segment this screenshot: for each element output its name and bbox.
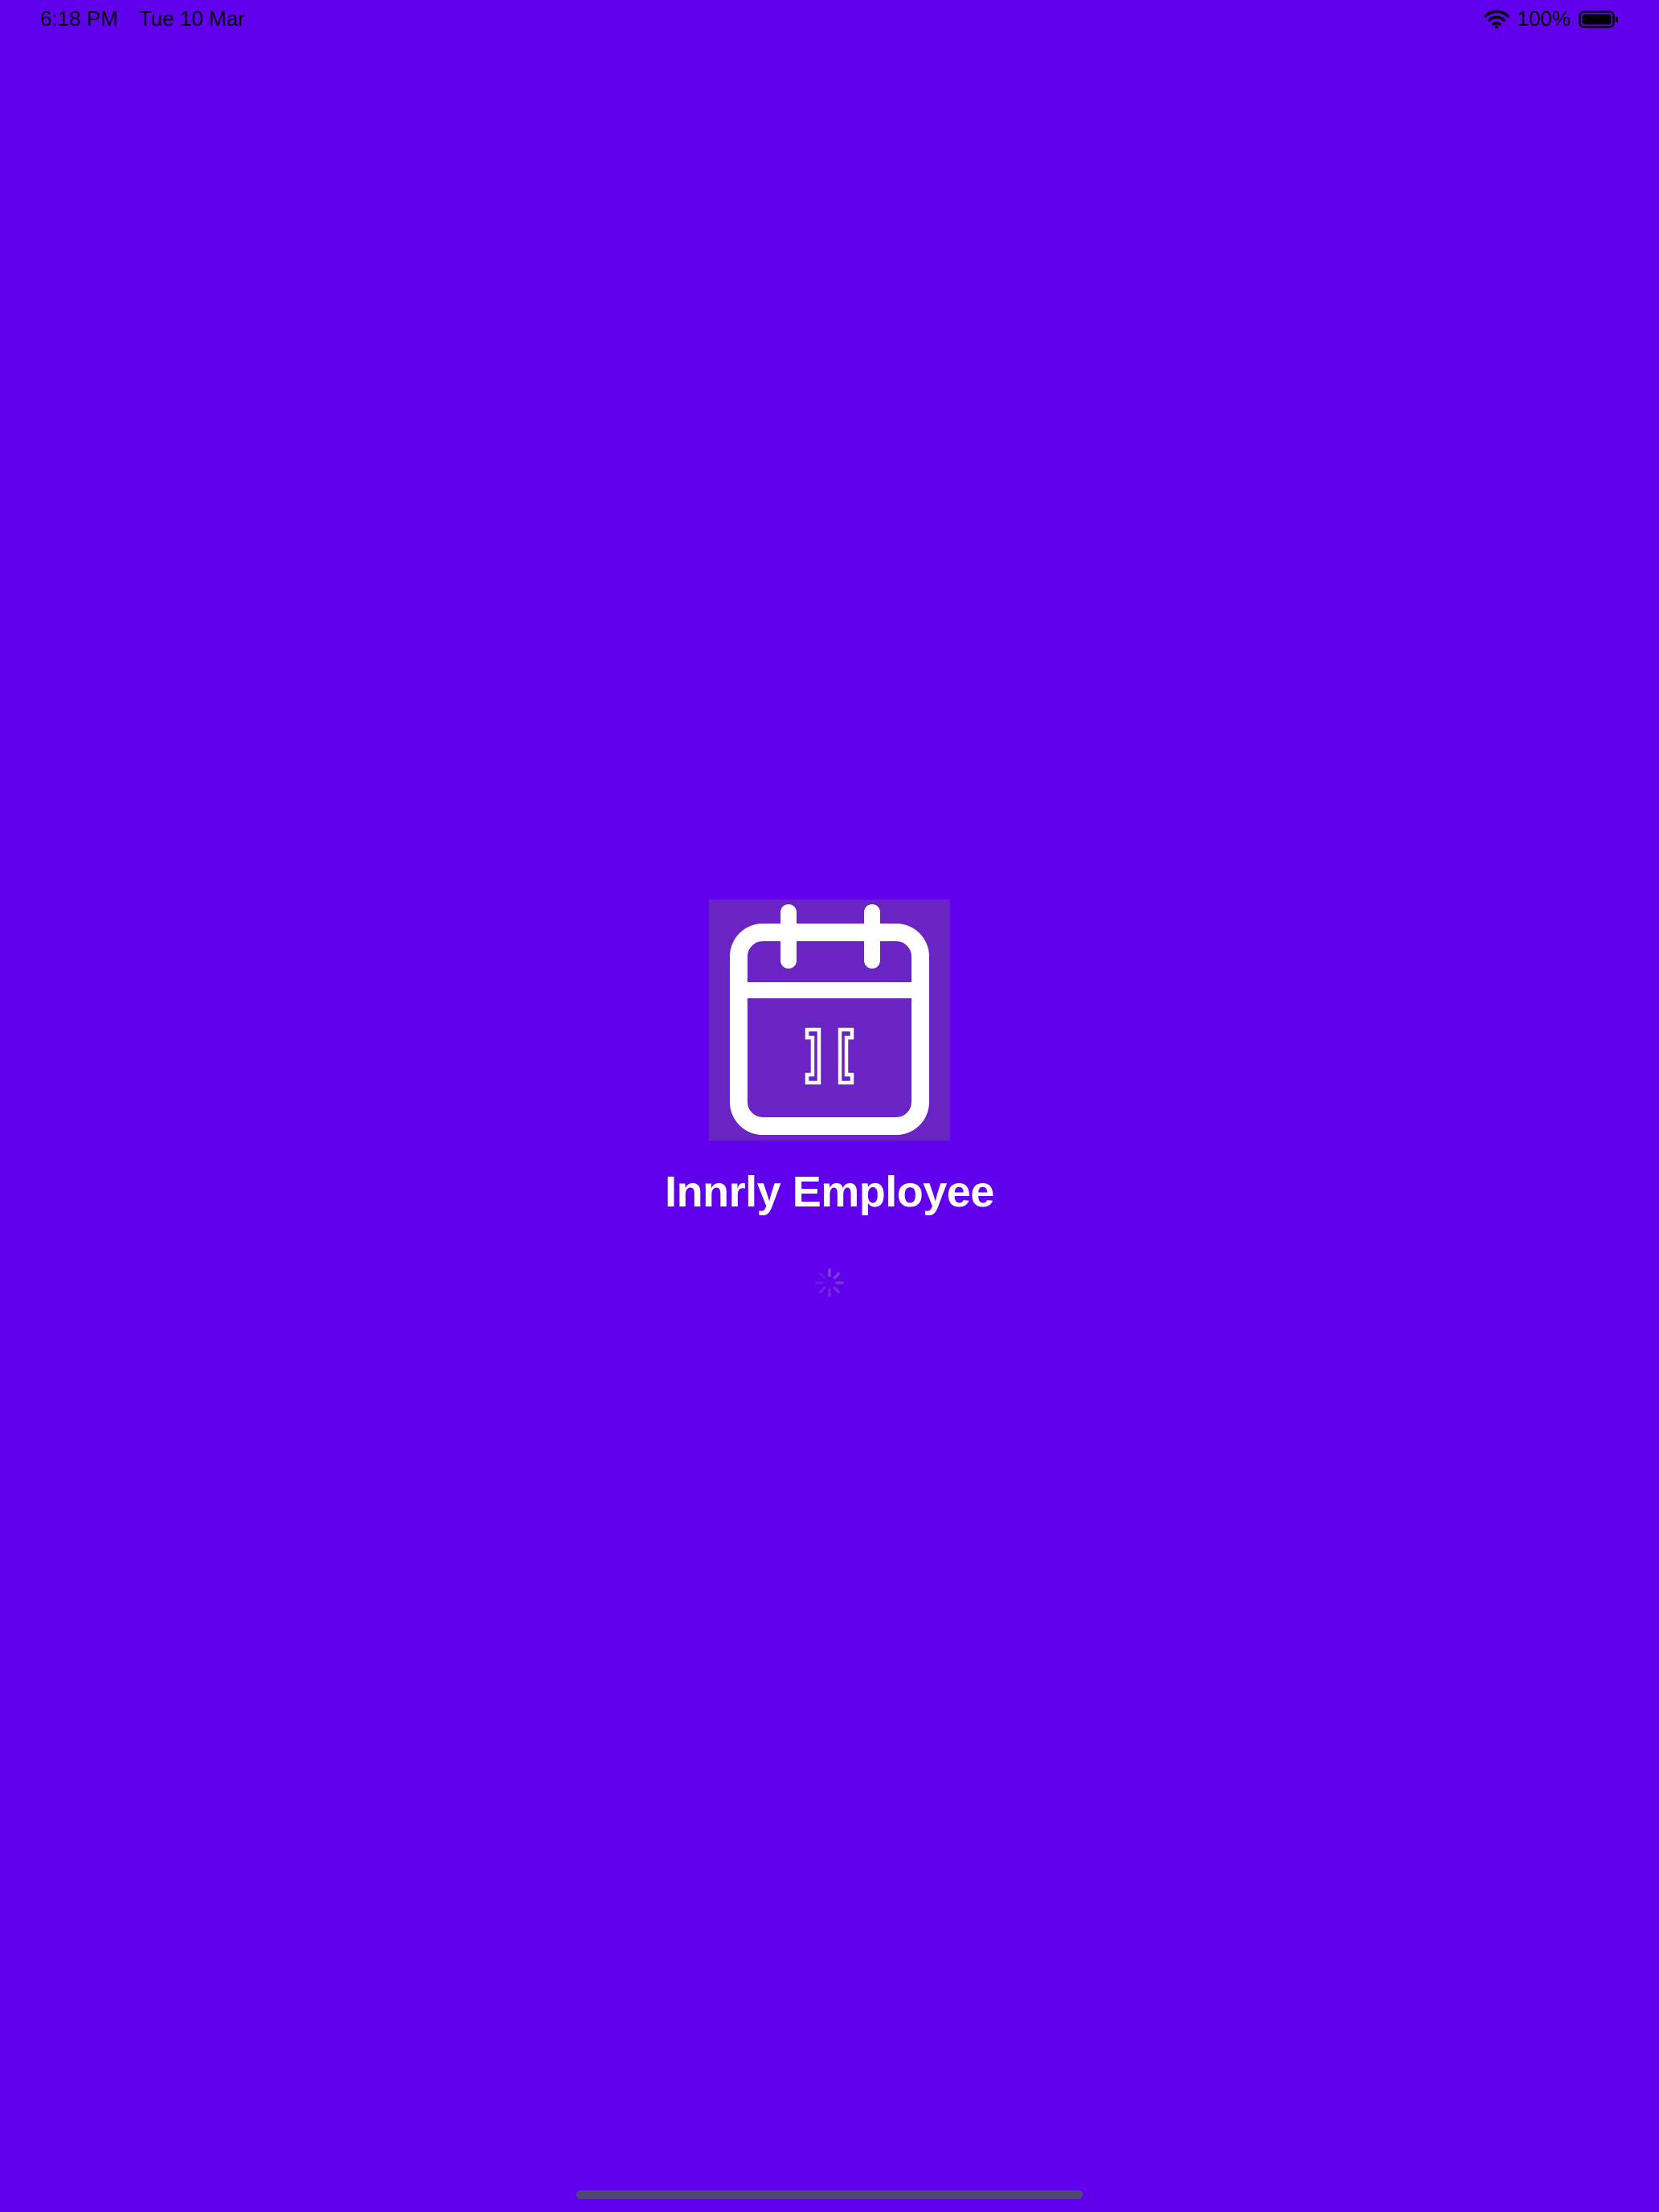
- app-name: Innrly Employee: [665, 1168, 994, 1216]
- home-indicator[interactable]: [576, 2190, 1083, 2199]
- app-logo: [709, 899, 950, 1141]
- brand-mark-icon: [805, 1027, 854, 1085]
- splash-screen: Innrly Employee: [0, 0, 1659, 2212]
- calendar-icon: [730, 904, 929, 1135]
- loading-spinner-icon: [813, 1267, 846, 1299]
